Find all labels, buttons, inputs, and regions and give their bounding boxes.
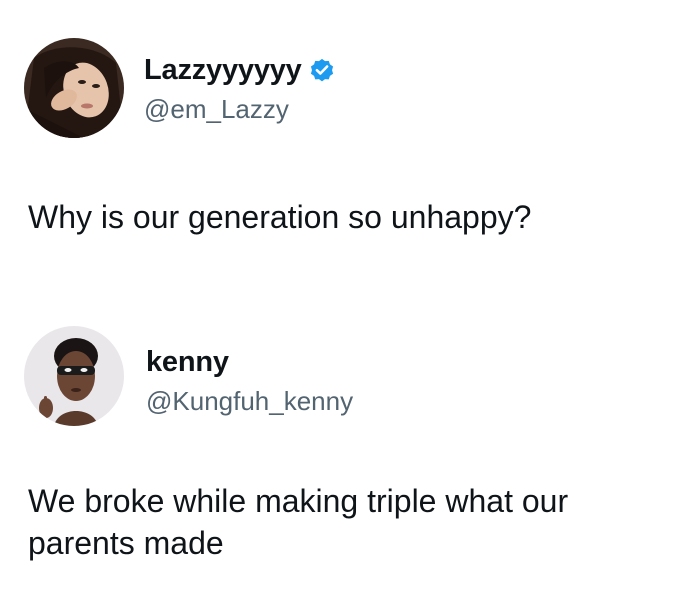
display-name[interactable]: kenny [146, 346, 229, 379]
tweet-text: Why is our generation so unhappy? [28, 199, 532, 235]
woman-portrait-avatar-icon [24, 38, 124, 138]
author-avatar[interactable] [24, 326, 124, 426]
display-name-line: kenny [146, 344, 353, 380]
author-names: kenny @Kungfuh_kenny [146, 344, 353, 417]
author-names: Lazzyyyyyy @em_Lazzy [144, 52, 336, 125]
author-handle[interactable]: @em_Lazzy [144, 94, 336, 125]
man-portrait-avatar-icon [24, 326, 124, 426]
author-avatar[interactable] [24, 38, 124, 138]
verified-badge-icon [308, 56, 336, 84]
display-name[interactable]: Lazzyyyyyy [144, 54, 302, 87]
tweet-author-row: Lazzyyyyyy @em_Lazzy [24, 38, 684, 138]
tweet-author-row: kenny @Kungfuh_kenny [24, 326, 684, 426]
display-name-line: Lazzyyyyyy [144, 52, 336, 88]
author-handle[interactable]: @Kungfuh_kenny [146, 386, 353, 417]
tweet-text: We broke while making triple what our pa… [28, 483, 569, 561]
